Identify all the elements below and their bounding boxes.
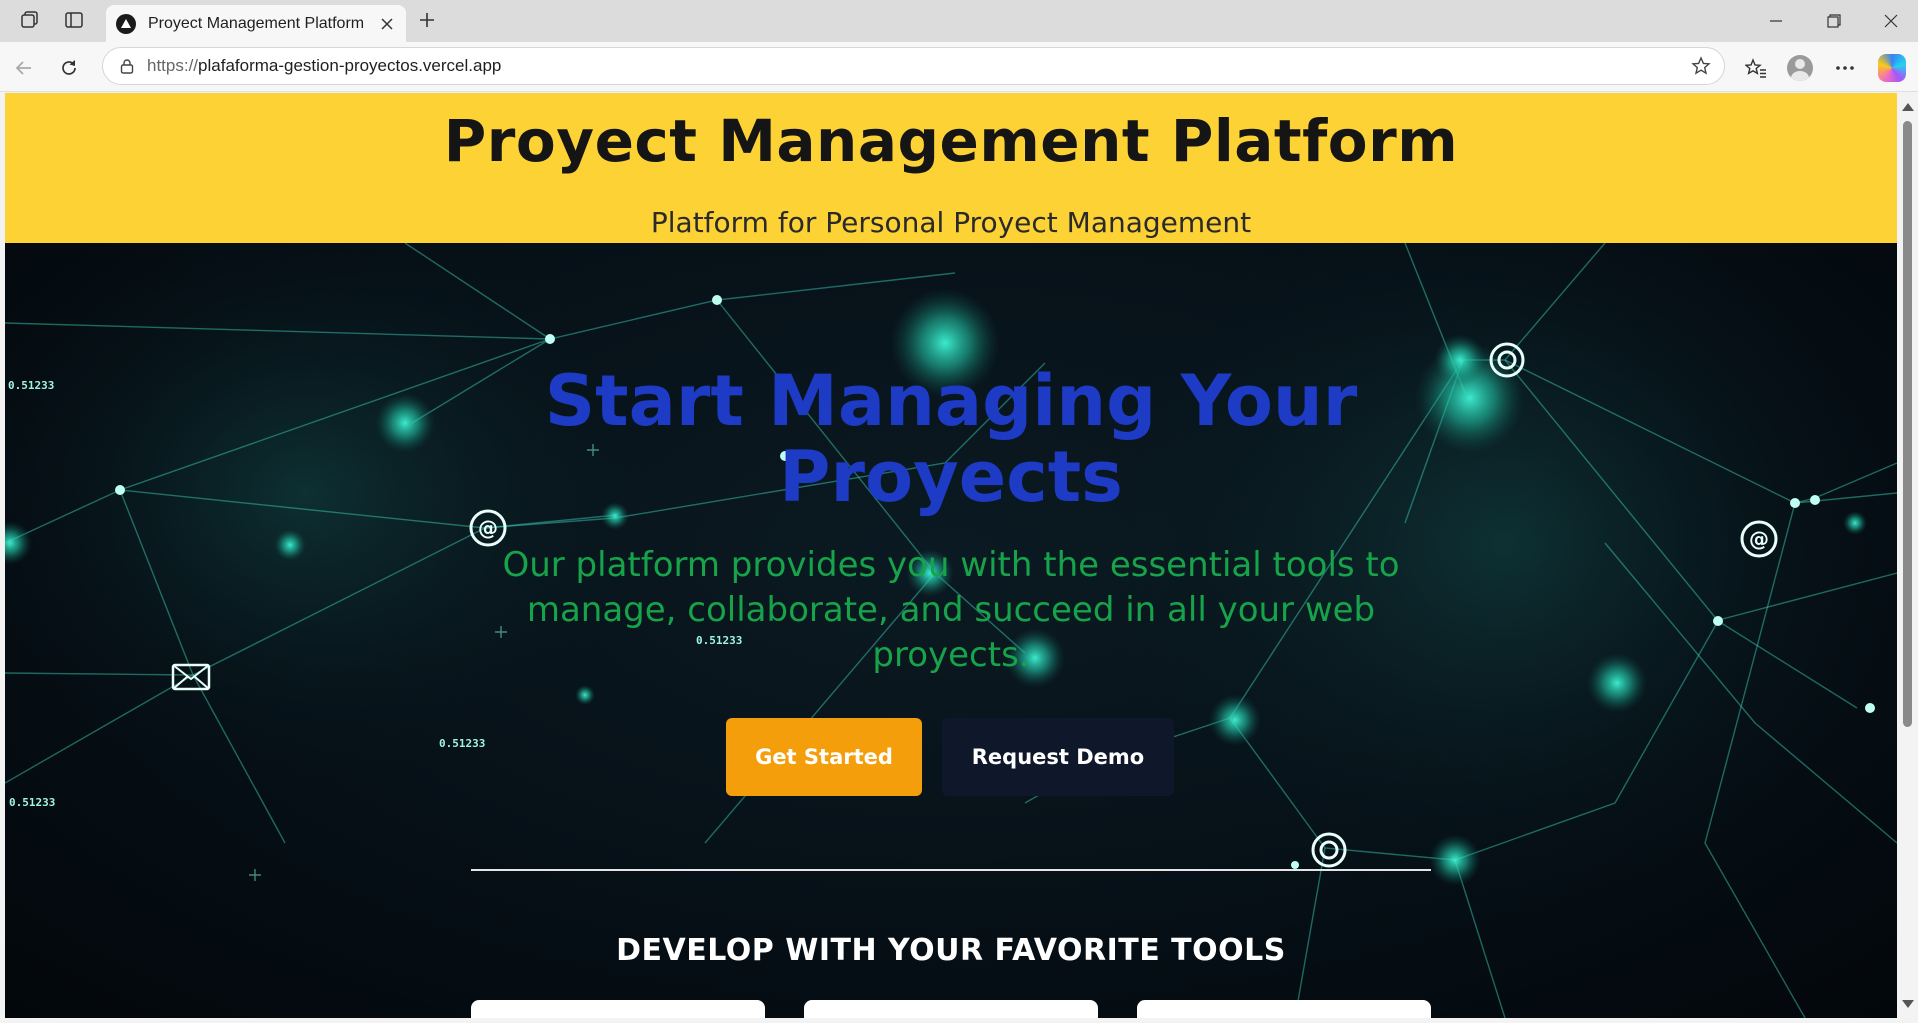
copilot-icon[interactable]	[1875, 51, 1909, 85]
star-icon[interactable]	[1686, 51, 1716, 81]
hero-heading: Start Managing Your Proyects	[544, 360, 1358, 518]
tab-title: Proyect Management Platform	[148, 14, 365, 32]
active-tab[interactable]: Proyect Management Platform	[106, 5, 406, 42]
lock-icon[interactable]	[117, 56, 137, 76]
favorites-icon[interactable]	[1739, 51, 1773, 85]
request-demo-button[interactable]: Request Demo	[942, 718, 1174, 796]
vertical-tabs-icon[interactable]	[58, 6, 90, 34]
workspaces-icon[interactable]	[14, 6, 46, 34]
scrollbar-thumb[interactable]	[1903, 121, 1912, 727]
tool-card[interactable]	[471, 1000, 765, 1018]
tool-card[interactable]	[1137, 1000, 1431, 1018]
window-close-icon[interactable]	[1868, 4, 1914, 38]
site-subtitle: Platform for Personal Proyect Management	[650, 206, 1252, 239]
page-scrollbar[interactable]	[1897, 93, 1918, 1018]
section-divider	[471, 869, 1431, 871]
restore-icon[interactable]	[1811, 4, 1857, 38]
url-host: plafaforma-gestion-proyectos.vercel.app	[198, 56, 502, 75]
svg-text:@: @	[478, 516, 498, 540]
avatar	[1787, 55, 1813, 81]
tool-card[interactable]	[804, 1000, 1098, 1018]
page-viewport: Proyect Management Platform Platform for…	[5, 93, 1897, 1018]
get-started-button[interactable]: Get Started	[726, 718, 922, 796]
more-icon[interactable]	[1828, 51, 1862, 85]
close-icon[interactable]	[376, 13, 398, 35]
svg-text:@: @	[1749, 527, 1769, 551]
browser-toolbar: https://plafaforma-gestion-proyectos.ver…	[0, 42, 1918, 92]
plus-icon[interactable]	[412, 6, 442, 34]
url-protocol: https://	[147, 56, 199, 75]
bg-label: 0.51233	[439, 737, 485, 750]
minimize-icon[interactable]	[1753, 4, 1799, 38]
hero-section: @ @ 0.51233 0.51233 0.51233 0.51233 Start…	[5, 243, 1897, 1018]
bg-label: 0.51233	[9, 796, 55, 809]
profile-avatar[interactable]	[1783, 51, 1817, 85]
address-bar[interactable]: https://plafaforma-gestion-proyectos.ver…	[102, 47, 1725, 85]
site-title: Proyect Management Platform	[443, 107, 1459, 175]
scroll-up-icon[interactable]	[1902, 103, 1914, 111]
tools-section-title: DEVELOP WITH YOUR FAVORITE TOOLS	[616, 933, 1286, 968]
url-text[interactable]: https://plafaforma-gestion-proyectos.ver…	[147, 56, 1686, 76]
site-header: Proyect Management Platform Platform for…	[5, 93, 1897, 243]
reload-icon[interactable]	[53, 52, 85, 84]
back-icon[interactable]	[8, 52, 40, 84]
scroll-down-icon[interactable]	[1902, 1000, 1914, 1008]
tab-favicon-icon	[116, 13, 136, 34]
hero-description: Our platform provides you with the essen…	[502, 545, 1400, 675]
browser-tab-bar: Proyect Management Platform	[0, 0, 1918, 42]
bg-label: 0.51233	[8, 379, 54, 392]
